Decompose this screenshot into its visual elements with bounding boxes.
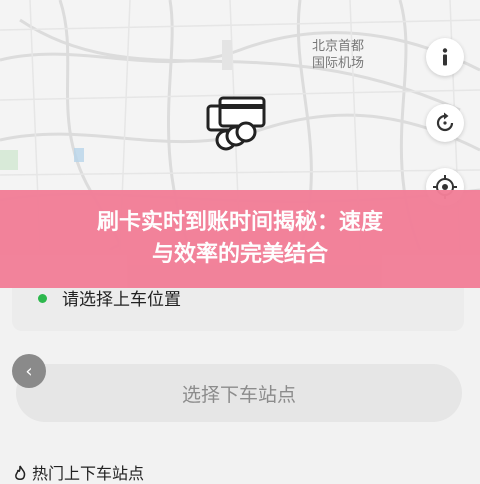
airport-label-line2: 国际机场 — [312, 56, 365, 71]
banner-line1: 刷卡实时到账时间揭秘：速度 — [96, 210, 383, 235]
pickup-label: 请选择上车位置 — [62, 290, 181, 310]
back-button[interactable]: ‹ — [12, 354, 46, 388]
destination-input[interactable]: 选择下车站点 — [16, 364, 462, 422]
info-button[interactable] — [426, 38, 464, 76]
chevron-left-icon: ‹ — [25, 360, 33, 382]
refresh-button[interactable] — [426, 104, 464, 142]
airport-label: 北京首都 国际机场 — [312, 38, 364, 72]
info-icon — [442, 48, 448, 66]
airport-label-line1: 北京首都 — [312, 39, 365, 54]
hot-stations-title: 热门上下车站点 — [32, 464, 145, 483]
banner-line2: 与效率的完美结合 — [151, 242, 328, 267]
title-banner: 刷卡实时到账时间揭秘：速度 与效率的完美结合 — [0, 190, 480, 288]
hot-stations-header: 热门上下车站点 — [12, 460, 144, 484]
pickup-dot-icon — [38, 294, 47, 303]
flame-icon — [15, 465, 26, 480]
refresh-icon — [436, 112, 454, 132]
